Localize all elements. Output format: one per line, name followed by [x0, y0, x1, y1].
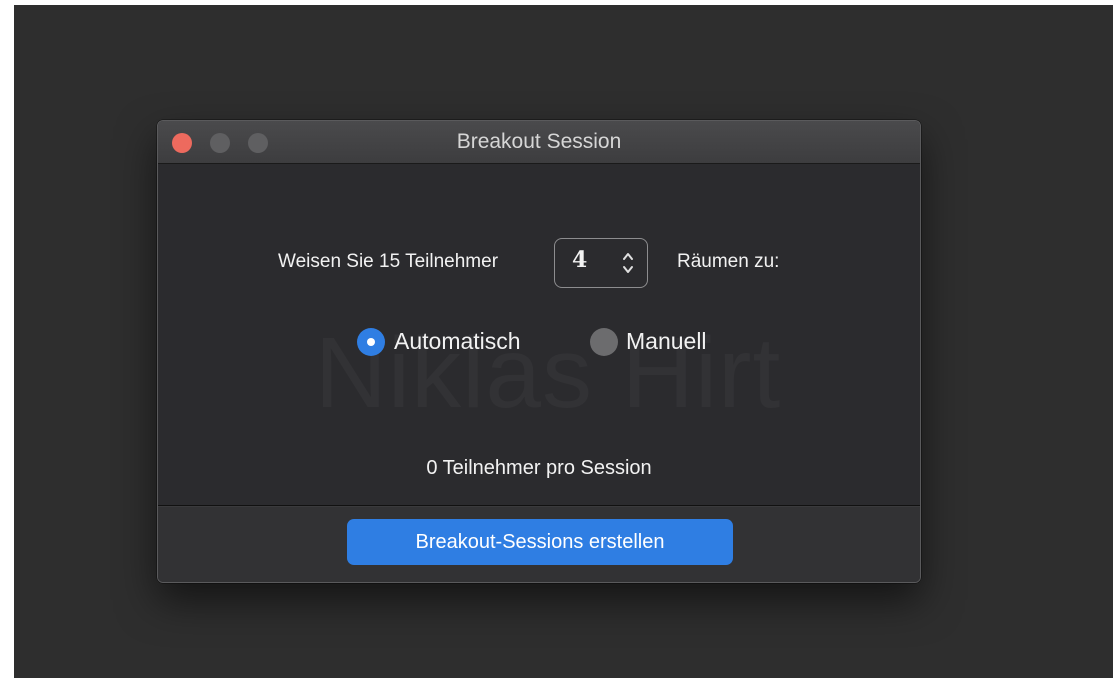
- manual-radio-label[interactable]: Manuell: [626, 328, 707, 355]
- assign-prefix-label: Weisen Sie 15 Teilnehmer: [278, 251, 499, 272]
- chevron-up-down-icon[interactable]: [621, 249, 635, 277]
- breakout-session-dialog: Breakout Session Niklas Hirt Weisen Sie …: [157, 120, 921, 583]
- participants-per-session-text: 0 Teilnehmer pro Session: [426, 457, 652, 479]
- footer-divider: [158, 505, 920, 506]
- room-count-value[interactable]: 4: [572, 247, 587, 273]
- title-bar: Breakout Session: [158, 121, 920, 164]
- manual-radio[interactable]: [590, 328, 618, 356]
- automatic-radio[interactable]: [357, 328, 385, 356]
- assignment-mode-group: Automatisch Manuell: [158, 326, 920, 356]
- window-title: Breakout Session: [456, 130, 622, 153]
- automatic-radio-label[interactable]: Automatisch: [394, 328, 521, 355]
- assign-suffix-label: Räumen zu:: [677, 251, 780, 272]
- create-breakout-sessions-button[interactable]: Breakout-Sessions erstellen: [347, 519, 733, 565]
- room-count-stepper[interactable]: 4: [554, 238, 648, 288]
- assign-participants-row: Weisen Sie 15 Teilnehmer 4 Räumen zu:: [158, 238, 920, 288]
- dialog-footer: Breakout-Sessions erstellen: [158, 507, 920, 582]
